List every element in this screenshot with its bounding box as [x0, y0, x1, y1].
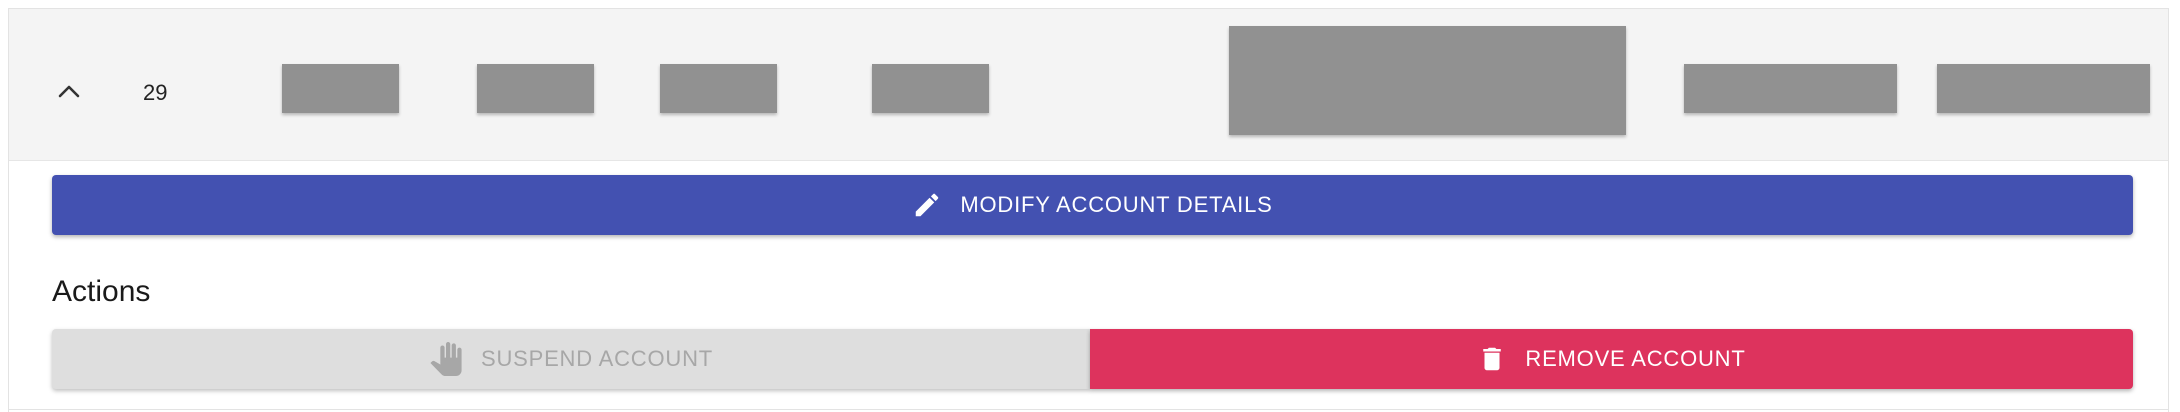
modify-account-details-button[interactable]: MODIFY ACCOUNT DETAILS: [52, 175, 2133, 235]
account-row-panel: 29 MODIFY ACCOUNT DETAILS Actions SUSPEN…: [8, 8, 2169, 412]
suspend-account-label: SUSPEND ACCOUNT: [480, 346, 714, 371]
account-table-row[interactable]: 29: [9, 9, 2168, 161]
redacted-cell: [282, 64, 399, 113]
hand-icon: [429, 341, 463, 377]
redacted-cell: [872, 64, 989, 113]
trash-icon: [1477, 343, 1507, 375]
remove-account-button[interactable]: REMOVE ACCOUNT: [1090, 329, 2133, 389]
redacted-cell: [1937, 64, 2150, 113]
collapse-toggle[interactable]: [49, 73, 89, 113]
modify-account-details-label: MODIFY ACCOUNT DETAILS: [960, 192, 1273, 217]
redacted-cell: [660, 64, 777, 113]
row-id-cell: 29: [143, 80, 168, 105]
suspend-account-button[interactable]: SUSPEND ACCOUNT: [52, 329, 1090, 389]
redacted-cell: [1229, 26, 1626, 135]
redacted-cell: [477, 64, 594, 113]
chevron-up-icon: [58, 84, 80, 103]
redacted-cell: [1684, 64, 1897, 113]
divider: [9, 409, 2168, 410]
remove-account-label: REMOVE ACCOUNT: [1525, 346, 1746, 371]
pencil-icon: [912, 190, 942, 220]
actions-heading: Actions: [52, 275, 151, 308]
